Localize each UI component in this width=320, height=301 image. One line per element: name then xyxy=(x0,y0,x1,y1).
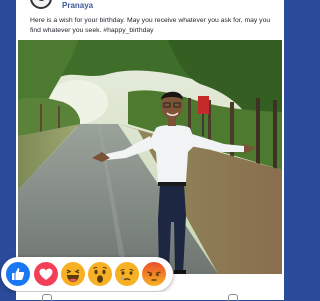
avatar-head-shape xyxy=(37,0,46,1)
wow-icon xyxy=(88,262,112,286)
angry-reaction[interactable] xyxy=(142,262,166,286)
post-action-bar xyxy=(16,292,284,300)
post-photo[interactable] xyxy=(18,40,282,274)
photo-illustration xyxy=(18,40,282,274)
reaction-picker xyxy=(1,257,173,291)
wow-reaction[interactable] xyxy=(88,262,112,286)
haha-icon xyxy=(61,262,85,286)
love-icon xyxy=(34,262,58,286)
author-avatar[interactable] xyxy=(30,0,52,9)
sad-icon xyxy=(115,262,139,286)
author-name[interactable]: Pranaya xyxy=(62,1,93,10)
sad-reaction[interactable] xyxy=(115,262,139,286)
like-reaction[interactable] xyxy=(6,262,30,286)
post-caption: Here is a wish for your birthday. May yo… xyxy=(30,17,271,34)
haha-reaction[interactable] xyxy=(61,262,85,286)
love-reaction[interactable] xyxy=(34,262,58,286)
angry-icon xyxy=(142,262,166,286)
post-card: Pranaya Here is a wish for your birthday… xyxy=(16,0,284,300)
like-icon xyxy=(6,262,30,286)
post-header: Pranaya xyxy=(16,0,284,12)
